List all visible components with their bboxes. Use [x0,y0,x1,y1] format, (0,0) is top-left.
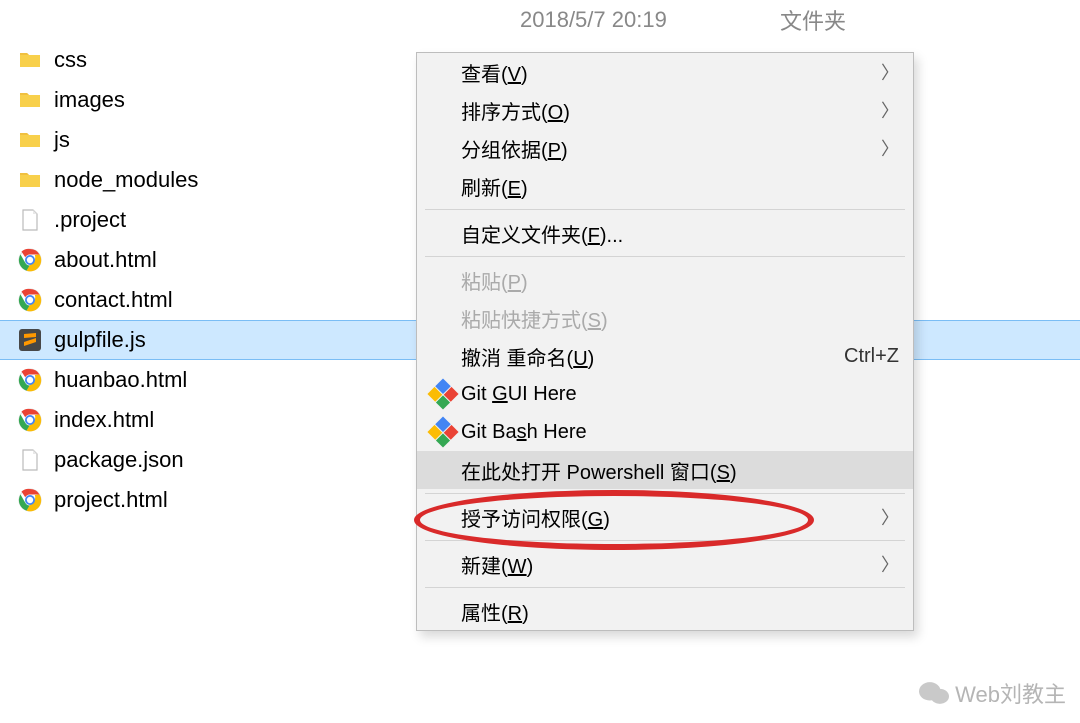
menu-paste: 粘贴(P) [417,261,913,299]
menu-new[interactable]: 新建(W) 〉 [417,545,913,583]
header-type: 文件夹 [780,4,1080,36]
watermark: Web刘教主 [919,677,1066,709]
menu-customize-folder[interactable]: 自定义文件夹(F)... [417,214,913,252]
menu-refresh[interactable]: 刷新(E) [417,167,913,205]
menu-undo-rename[interactable]: 撤消 重命名(U) Ctrl+Z [417,337,913,375]
file-icon [18,208,42,232]
menu-sort[interactable]: 排序方式(O) 〉 [417,91,913,129]
context-menu: 查看(V) 〉 排序方式(O) 〉 分组依据(P) 〉 刷新(E) 自定义文件夹… [416,52,914,631]
wechat-icon [919,680,949,706]
git-icon [427,416,458,447]
git-icon [427,378,458,409]
menu-separator [425,493,905,494]
chevron-right-icon: 〉 [873,135,899,161]
chrome-icon [18,488,42,512]
menu-group[interactable]: 分组依据(P) 〉 [417,129,913,167]
folder-icon [18,168,42,192]
chrome-icon [18,248,42,272]
menu-separator [425,587,905,588]
shortcut-label: Ctrl+Z [844,345,899,368]
folder-icon [18,48,42,72]
header-row: 2018/5/7 20:19 文件夹 [0,0,1080,40]
chrome-icon [18,408,42,432]
chevron-right-icon: 〉 [873,97,899,123]
watermark-text: Web刘教主 [955,677,1066,709]
header-date: 2018/5/7 20:19 [520,7,780,33]
menu-grant-access[interactable]: 授予访问权限(G) 〉 [417,498,913,536]
chrome-icon [18,368,42,392]
sublime-icon [18,328,42,352]
chrome-icon [18,288,42,312]
menu-separator [425,209,905,210]
file-icon [18,448,42,472]
chevron-right-icon: 〉 [873,504,899,530]
menu-paste-shortcut: 粘贴快捷方式(S) [417,299,913,337]
chevron-right-icon: 〉 [873,59,899,85]
folder-icon [18,88,42,112]
menu-properties[interactable]: 属性(R) [417,592,913,630]
menu-separator [425,540,905,541]
menu-view[interactable]: 查看(V) 〉 [417,53,913,91]
menu-git-gui[interactable]: Git GUI Here [417,375,913,413]
folder-icon [18,128,42,152]
menu-open-powershell[interactable]: 在此处打开 Powershell 窗口(S) [417,451,913,489]
chevron-right-icon: 〉 [873,551,899,577]
menu-separator [425,256,905,257]
menu-git-bash[interactable]: Git Bash Here [417,413,913,451]
